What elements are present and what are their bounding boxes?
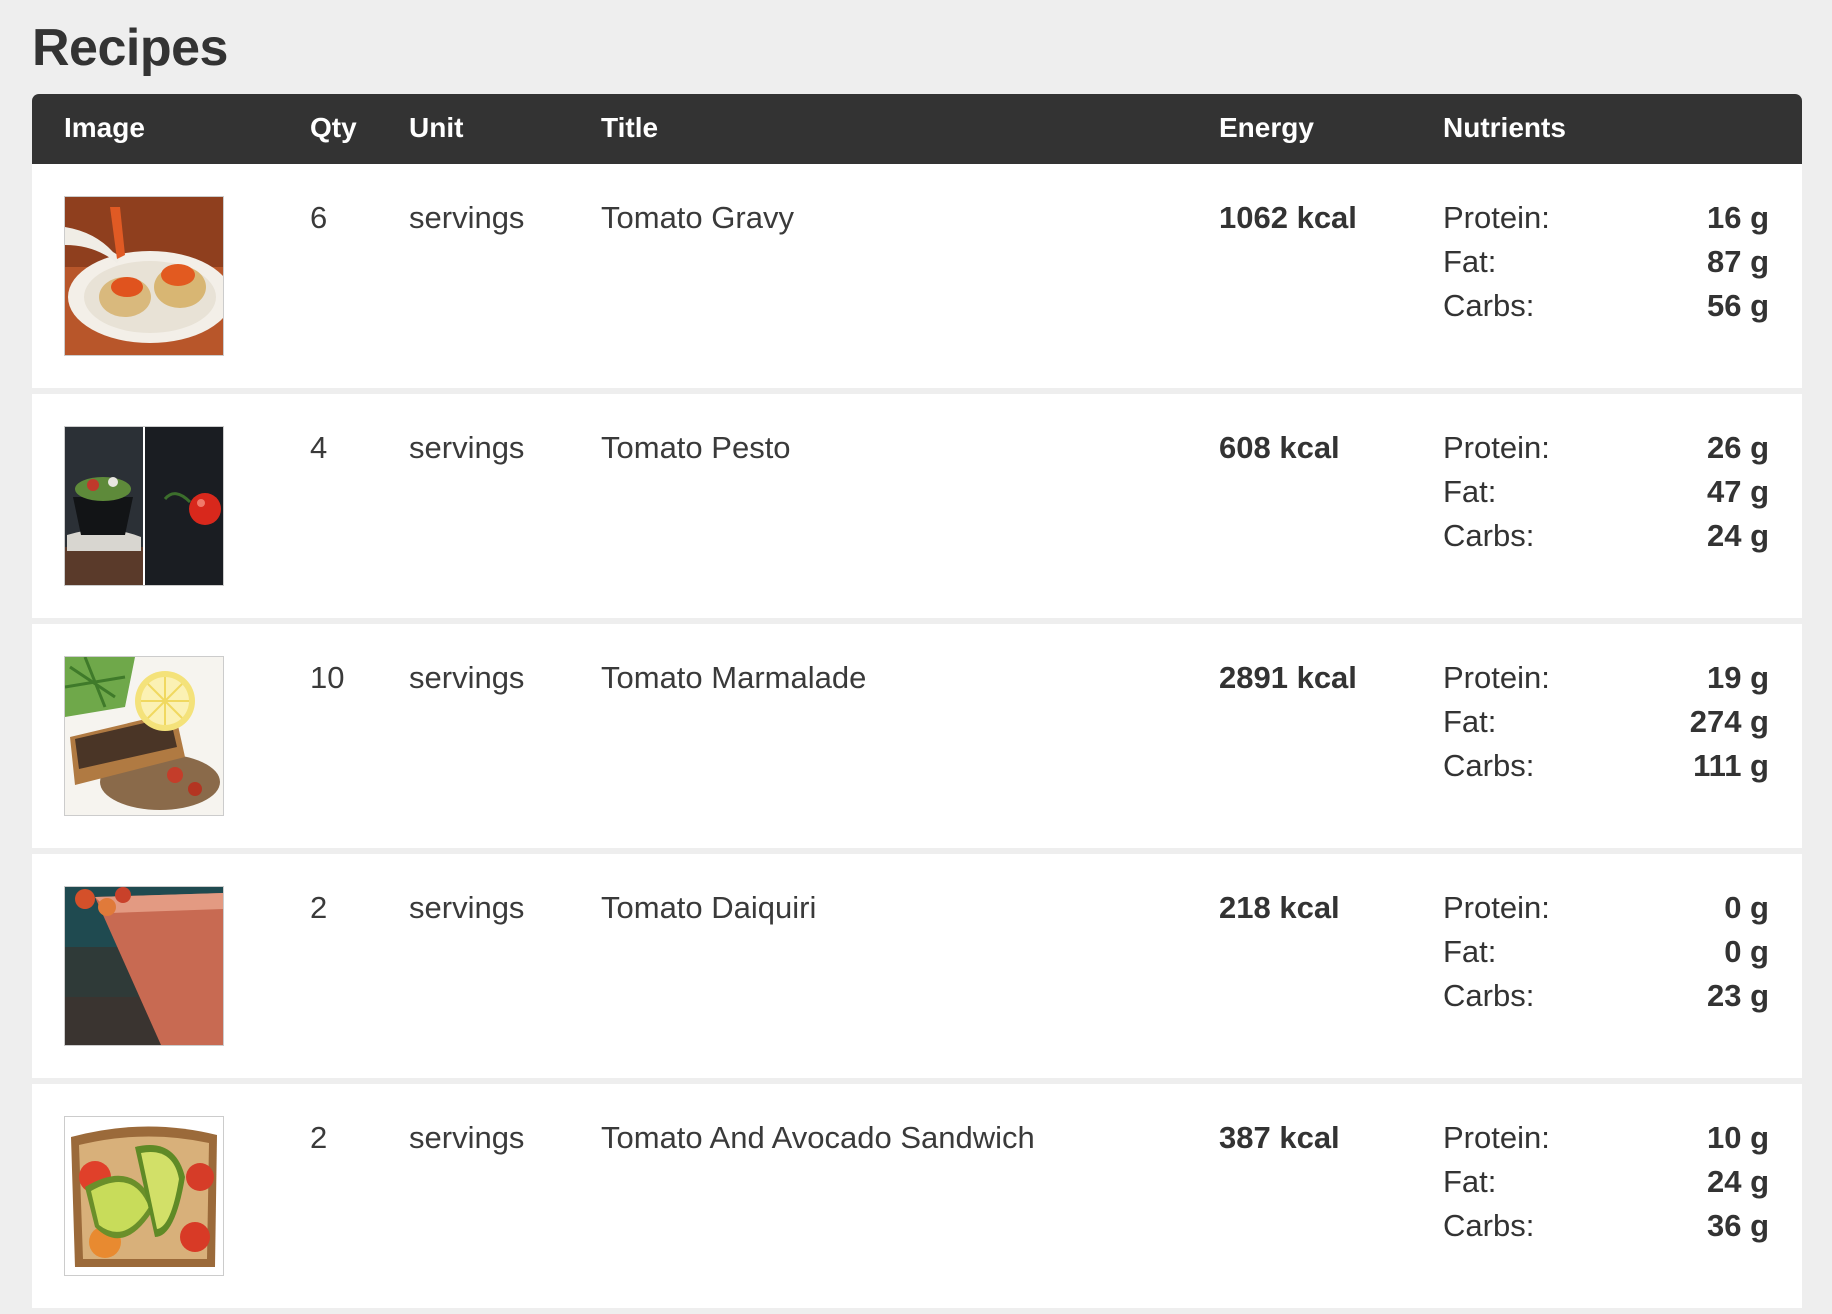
recipes-page: Recipes Image Qty Unit Title Energy Nutr… [0, 0, 1832, 1314]
fat-value: 0 g [1724, 934, 1769, 969]
energy-cell: 608 kcal [1219, 430, 1340, 465]
nutrient-protein: Protein: 0 g [1443, 890, 1769, 934]
nutrients-list: Protein: 19 g Fat: 274 g Carbs: 111 g [1443, 660, 1769, 792]
unit-cell: servings [409, 1120, 525, 1155]
table-row[interactable]: 2 servings Tomato Daiquiri 218 kcal Prot… [32, 854, 1802, 1078]
table-header: Image Qty Unit Title Energy Nutrients [32, 94, 1802, 164]
protein-label: Protein: [1443, 660, 1550, 695]
protein-label: Protein: [1443, 1120, 1550, 1155]
nutrient-carbs: Carbs: 56 g [1443, 288, 1769, 332]
title-cell[interactable]: Tomato Daiquiri [601, 890, 816, 926]
nutrient-carbs: Carbs: 111 g [1443, 748, 1769, 792]
nutrient-fat: Fat: 24 g [1443, 1164, 1769, 1208]
table-row[interactable]: 6 servings Tomato Gravy 1062 kcal Protei… [32, 164, 1802, 388]
nutrients-list: Protein: 10 g Fat: 24 g Carbs: 36 g [1443, 1120, 1769, 1252]
energy-cell: 1062 kcal [1219, 200, 1357, 235]
protein-value: 26 g [1706, 430, 1769, 465]
tomato-gravy-photo[interactable] [64, 196, 224, 356]
nutrient-carbs: Carbs: 36 g [1443, 1208, 1769, 1252]
qty-cell: 2 [310, 890, 328, 925]
title-cell[interactable]: Tomato Gravy [601, 200, 794, 236]
carbs-label: Carbs: [1443, 748, 1535, 783]
nutrient-fat: Fat: 47 g [1443, 474, 1769, 518]
fat-label: Fat: [1443, 704, 1497, 739]
carbs-label: Carbs: [1443, 1208, 1535, 1243]
energy-cell: 2891 kcal [1219, 660, 1357, 695]
carbs-label: Carbs: [1443, 518, 1535, 553]
unit-cell: servings [409, 660, 525, 695]
fat-value: 274 g [1689, 704, 1769, 739]
tomato-daiquiri-photo[interactable] [64, 886, 224, 1046]
protein-label: Protein: [1443, 200, 1550, 235]
fat-label: Fat: [1443, 1164, 1497, 1199]
fat-label: Fat: [1443, 244, 1497, 279]
header-energy[interactable]: Energy [1219, 112, 1314, 144]
qty-cell: 6 [310, 200, 328, 235]
fat-value: 24 g [1706, 1164, 1769, 1199]
fat-value: 87 g [1706, 244, 1769, 279]
energy-cell: 387 kcal [1219, 1120, 1340, 1155]
nutrients-list: Protein: 26 g Fat: 47 g Carbs: 24 g [1443, 430, 1769, 562]
fat-label: Fat: [1443, 934, 1497, 969]
header-image[interactable]: Image [64, 112, 145, 144]
nutrients-list: Protein: 16 g Fat: 87 g Carbs: 56 g [1443, 200, 1769, 332]
nutrient-carbs: Carbs: 24 g [1443, 518, 1769, 562]
carbs-label: Carbs: [1443, 978, 1535, 1013]
unit-cell: servings [409, 430, 525, 465]
title-cell[interactable]: Tomato And Avocado Sandwich [601, 1120, 1035, 1156]
title-cell[interactable]: Tomato Marmalade [601, 660, 866, 696]
protein-label: Protein: [1443, 890, 1550, 925]
page-title: Recipes [32, 19, 228, 77]
header-unit[interactable]: Unit [409, 112, 463, 144]
nutrient-protein: Protein: 26 g [1443, 430, 1769, 474]
tomato-pesto-photo[interactable] [64, 426, 224, 586]
energy-cell: 218 kcal [1219, 890, 1340, 925]
header-nutrients[interactable]: Nutrients [1443, 112, 1566, 144]
carbs-value: 111 g [1693, 748, 1769, 783]
fat-value: 47 g [1706, 474, 1769, 509]
header-qty[interactable]: Qty [310, 112, 357, 144]
carbs-label: Carbs: [1443, 288, 1535, 323]
qty-cell: 4 [310, 430, 328, 465]
nutrient-fat: Fat: 274 g [1443, 704, 1769, 748]
carbs-value: 24 g [1706, 518, 1769, 553]
fat-label: Fat: [1443, 474, 1497, 509]
qty-cell: 2 [310, 1120, 328, 1155]
nutrients-list: Protein: 0 g Fat: 0 g Carbs: 23 g [1443, 890, 1769, 1022]
protein-label: Protein: [1443, 430, 1550, 465]
nutrient-fat: Fat: 0 g [1443, 934, 1769, 978]
tomato-avocado-sandwich-photo[interactable] [64, 1116, 224, 1276]
unit-cell: servings [409, 890, 525, 925]
carbs-value: 36 g [1706, 1208, 1769, 1243]
nutrient-fat: Fat: 87 g [1443, 244, 1769, 288]
protein-value: 0 g [1724, 890, 1769, 925]
carbs-value: 56 g [1706, 288, 1769, 323]
protein-value: 10 g [1706, 1120, 1769, 1155]
nutrient-protein: Protein: 19 g [1443, 660, 1769, 704]
nutrient-protein: Protein: 16 g [1443, 200, 1769, 244]
recipes-table: Image Qty Unit Title Energy Nutrients 6 … [32, 94, 1802, 1314]
unit-cell: servings [409, 200, 525, 235]
protein-value: 19 g [1706, 660, 1769, 695]
header-title[interactable]: Title [601, 112, 658, 144]
nutrient-protein: Protein: 10 g [1443, 1120, 1769, 1164]
title-cell[interactable]: Tomato Pesto [601, 430, 791, 466]
protein-value: 16 g [1706, 200, 1769, 235]
tomato-marmalade-photo[interactable] [64, 656, 224, 816]
nutrient-carbs: Carbs: 23 g [1443, 978, 1769, 1022]
qty-cell: 10 [310, 660, 345, 695]
table-row[interactable]: 2 servings Tomato And Avocado Sandwich 3… [32, 1084, 1802, 1308]
carbs-value: 23 g [1706, 978, 1769, 1013]
table-row[interactable]: 4 servings Tomato Pesto 608 kcal Protein… [32, 394, 1802, 618]
table-row[interactable]: 10 servings Tomato Marmalade 2891 kcal P… [32, 624, 1802, 848]
